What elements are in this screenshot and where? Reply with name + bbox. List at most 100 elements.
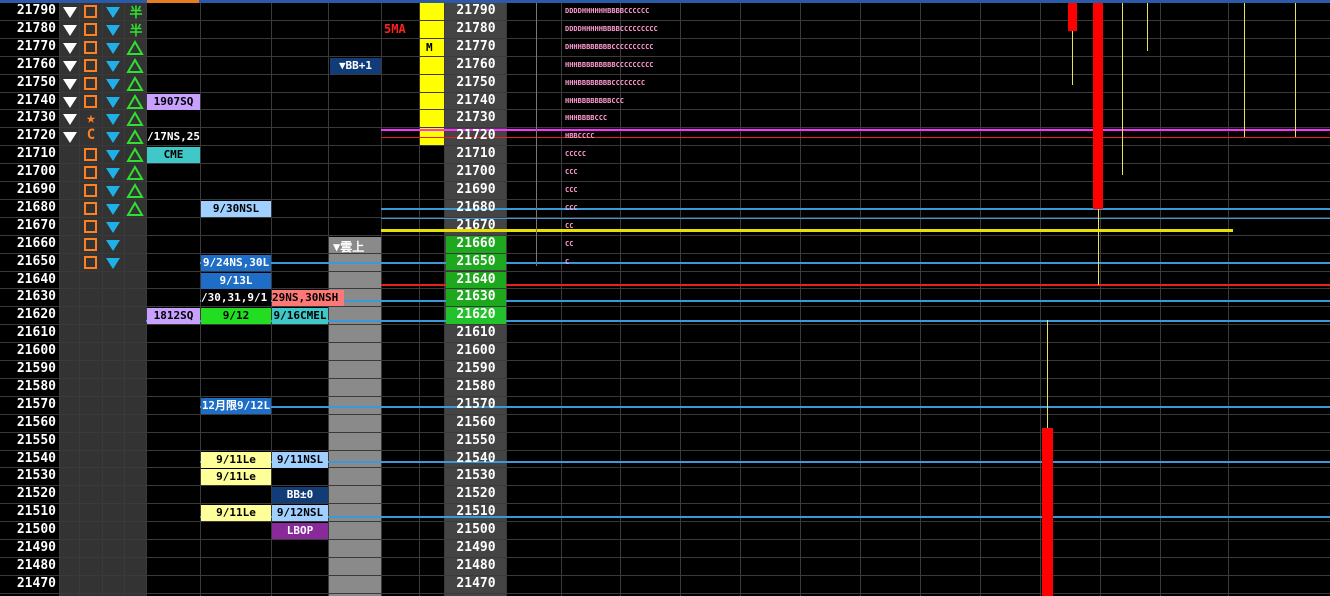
price-label: 21790 [16,3,56,18]
blue-down-triangle-icon [106,257,120,269]
blue-down-triangle-icon [106,60,120,72]
price-label: 21620 [16,307,56,323]
price-label: 21470 [16,575,56,591]
level-tag: 9/11NSL [272,451,328,468]
grid-col-line [124,3,125,596]
level-tag: 9/12NSL [272,505,328,522]
tpo-row: DHHHBBBBBBBCCCCCCCCCC [565,42,654,51]
up-triangle-icon [126,75,144,91]
price-label-right: 21770 [456,38,496,54]
level-tag-wide-b: 29NS,30NSH [272,290,344,307]
price-label-right: 21600 [456,343,496,359]
price-label: 21590 [16,361,56,376]
price-label-right: 21510 [456,504,496,520]
price-label: 21540 [16,450,56,466]
level-tag: BB±0 [272,487,328,504]
candle-7-upper-wick [1047,320,1048,428]
blue-down-triangle-icon [106,7,120,18]
price-label-right: 21660 [456,235,496,251]
down-triangle-icon [63,132,77,144]
square-icon [84,148,97,162]
blue-down-triangle-icon [106,239,120,251]
price-label: 21760 [16,56,56,72]
grid-col-line [79,3,80,596]
price-label-right: 21750 [456,74,496,90]
candle-7 [1042,428,1053,596]
price-label-right: 21490 [456,540,496,555]
red-level-line-upper [381,137,1330,138]
tpo-row: CCC [565,203,578,212]
square-icon [84,58,97,72]
blue-down-triangle-icon [106,132,120,144]
level-tag: 1812SQ [147,308,200,325]
small-wick-a [536,3,537,266]
price-label-right: 21670 [456,217,496,233]
price-label: 21680 [16,199,56,215]
price-label-right: 21500 [456,522,496,538]
price-label-right: 21730 [456,110,496,126]
price-label: 21750 [16,74,56,90]
up-triangle-icon [126,39,144,55]
blue-down-triangle-icon [106,114,120,126]
red-level-line [381,284,1330,286]
price-label: 21650 [16,253,56,269]
price-label-right: 21590 [456,361,496,376]
price-label-right: 21780 [456,20,496,36]
price-label-right: 21560 [456,414,496,430]
tpo-row: HHHBBBBBBBBCCCCCCCC [565,78,646,87]
price-label: 21700 [16,164,56,180]
blue-down-triangle-icon [106,221,120,233]
price-label: 21600 [16,343,56,359]
tpo-row: DDDDHHHHHHBBBBCCCCCC [565,7,650,15]
price-label-right: 21700 [456,164,496,180]
candle-5-wick [1244,3,1245,137]
price-label: 21530 [16,468,56,484]
grid-col-line [59,3,60,596]
tpo-row: CCCCC [565,150,587,159]
blue-down-triangle-icon [106,42,120,54]
price-label-right: 21570 [456,396,496,412]
cloud-label: ▼雲上 [333,240,365,254]
grid-col-line [102,3,103,596]
down-triangle-icon [63,96,77,108]
price-label: 21490 [16,540,56,555]
up-triangle-icon [126,200,144,216]
price-label-right: 21620 [456,307,496,323]
blue-down-triangle-icon [106,186,120,197]
price-label-right: 21680 [456,199,496,215]
square-icon [84,76,97,90]
price-label-right: 21580 [456,378,496,394]
price-label: 21500 [16,522,56,538]
price-label-right: 21710 [456,146,496,162]
square-icon [84,184,97,197]
up-triangle-icon [126,93,144,109]
price-label: 21690 [16,182,56,197]
level-tag: CME [147,147,200,164]
blue-down-triangle-icon [106,78,120,90]
m-label: M [426,41,433,54]
blue-down-triangle-icon [106,150,120,162]
price-label: 21770 [16,38,56,54]
price-label-right: 21470 [456,575,496,591]
up-triangle-icon [126,183,144,198]
price-label: 21640 [16,271,56,287]
price-label: 21670 [16,217,56,233]
candle-4-wick [1147,3,1148,51]
tpo-row: HBBCCCC [565,132,595,141]
blue-level-line [381,218,1330,219]
level-tag: LBOP [272,523,328,540]
price-label: 21610 [16,325,56,341]
blue-down-triangle-icon [106,96,120,108]
candle-2-wick [1098,209,1099,285]
square-icon [84,40,97,54]
price-label: 21560 [16,414,56,430]
blue-level-line [200,300,1330,302]
price-label-right: 21530 [456,468,496,484]
tpo-row: CC [565,239,574,248]
square-icon [84,22,97,36]
candle-2 [1093,3,1103,209]
ma-label: 5MA [384,22,406,36]
price-label-right: 21650 [456,253,496,269]
blue-level-line [200,461,1330,463]
price-label: 21570 [16,396,56,412]
